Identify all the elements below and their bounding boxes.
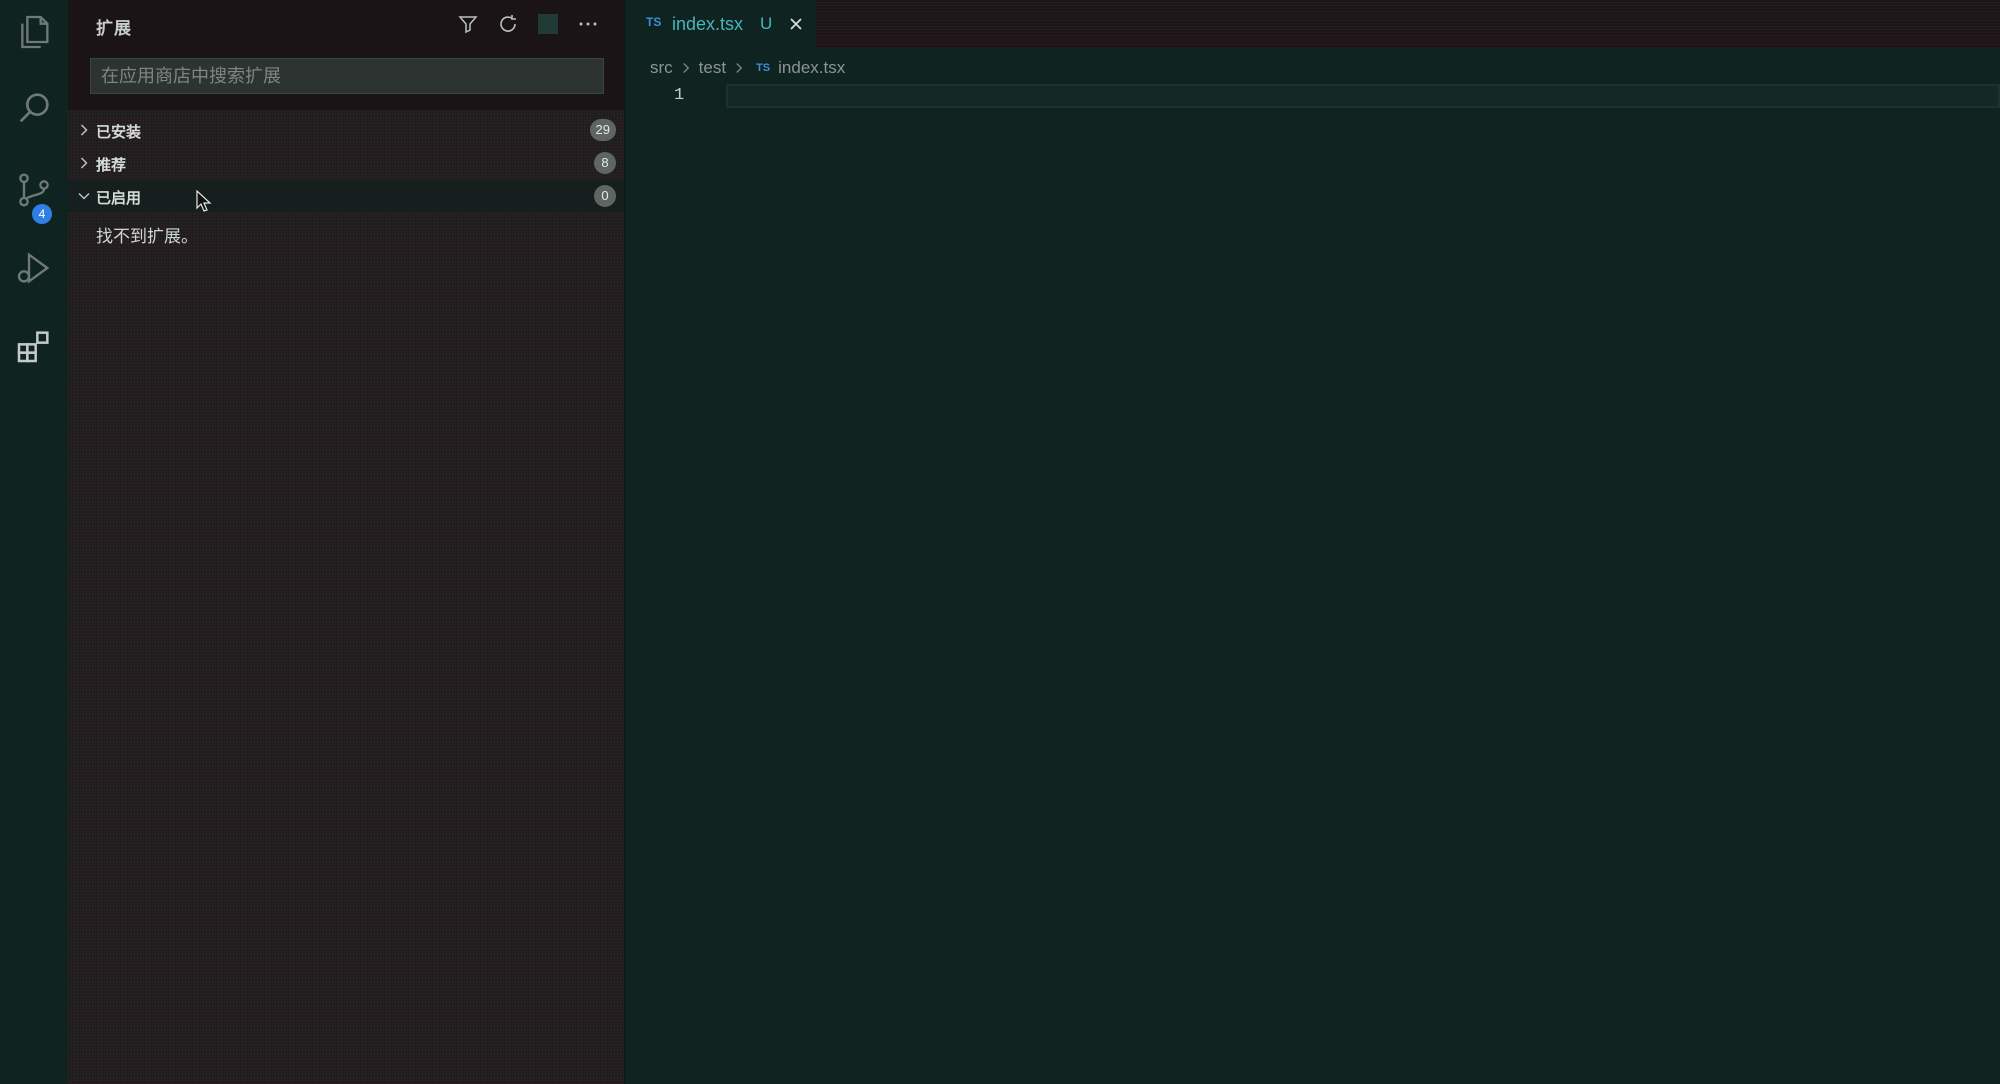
search-icon (19, 93, 49, 123)
activity-extensions[interactable] (0, 314, 68, 378)
chevron-right-icon (74, 153, 94, 173)
views-button[interactable] (532, 8, 564, 40)
mouse-cursor-icon (196, 190, 212, 212)
breadcrumb-item-src[interactable]: src (650, 58, 673, 78)
tab-label: index.tsx (672, 14, 744, 34)
section-installed[interactable]: 已安装 29 (68, 114, 624, 146)
breadcrumb-item-test[interactable]: test (699, 58, 726, 78)
editor-tab-bar: TS index.tsx U (626, 0, 2000, 48)
filter-button[interactable] (452, 8, 484, 40)
refresh-button[interactable] (492, 8, 524, 40)
files-icon (21, 15, 49, 49)
source-control-badge: 4 (32, 204, 52, 224)
extensions-icon (17, 331, 49, 363)
breadcrumb-item-file[interactable]: index.tsx (778, 58, 845, 78)
current-line-highlight[interactable] (726, 84, 2000, 108)
chevron-down-icon (74, 186, 94, 206)
more-icon (579, 22, 597, 26)
tab-close-button[interactable] (784, 12, 808, 36)
activity-search[interactable] (0, 76, 68, 140)
source-control-icon (19, 173, 49, 207)
section-enabled[interactable]: 已启用 0 (68, 180, 624, 212)
section-installed-count: 29 (589, 119, 616, 141)
typescript-file-icon: TS (756, 62, 771, 74)
section-enabled-label: 已启用 (96, 190, 142, 207)
section-enabled-count: 0 (594, 185, 616, 207)
section-recommended-count: 8 (594, 152, 616, 174)
activity-source-control[interactable]: 4 (0, 158, 68, 224)
chevron-right-icon (730, 59, 748, 77)
extensions-sidebar: 扩展 在应用商店中搜索扩展 已安装 29 推荐 8 已启用 0 找不到扩展。 (68, 0, 626, 1084)
vscode-window: 4 扩展 在应用商店中搜索扩展 已安装 29 推荐 8 已启用 0 找不到扩展。… (0, 0, 2000, 1084)
views-icon (538, 14, 558, 34)
chevron-right-icon (677, 59, 695, 77)
run-debug-icon (17, 252, 50, 284)
no-extensions-message: 找不到扩展。 (96, 227, 198, 246)
typescript-file-icon: TS (646, 15, 662, 29)
breadcrumb: src test TS index.tsx (650, 56, 845, 80)
sidebar-actions (452, 8, 604, 40)
section-recommended-label: 推荐 (96, 157, 127, 174)
section-recommended[interactable]: 推荐 8 (68, 147, 624, 179)
tab-index-tsx[interactable]: TS index.tsx U (626, 0, 816, 48)
activity-run-debug[interactable] (0, 236, 68, 300)
line-number: 1 (674, 86, 685, 105)
more-actions-button[interactable] (572, 8, 604, 40)
tab-git-status: U (760, 14, 773, 33)
activity-bar: 4 (0, 0, 68, 1084)
sidebar-title: 扩展 (96, 19, 132, 38)
extensions-search-input[interactable] (90, 58, 604, 94)
close-icon (790, 18, 802, 30)
chevron-right-icon (74, 120, 94, 140)
filter-icon (458, 16, 478, 34)
section-installed-label: 已安装 (96, 124, 142, 141)
activity-explorer[interactable] (0, 0, 68, 64)
refresh-icon (500, 15, 516, 32)
sidebar-header: 扩展 (68, 0, 624, 48)
code-editor[interactable]: 1 (626, 84, 2000, 1084)
